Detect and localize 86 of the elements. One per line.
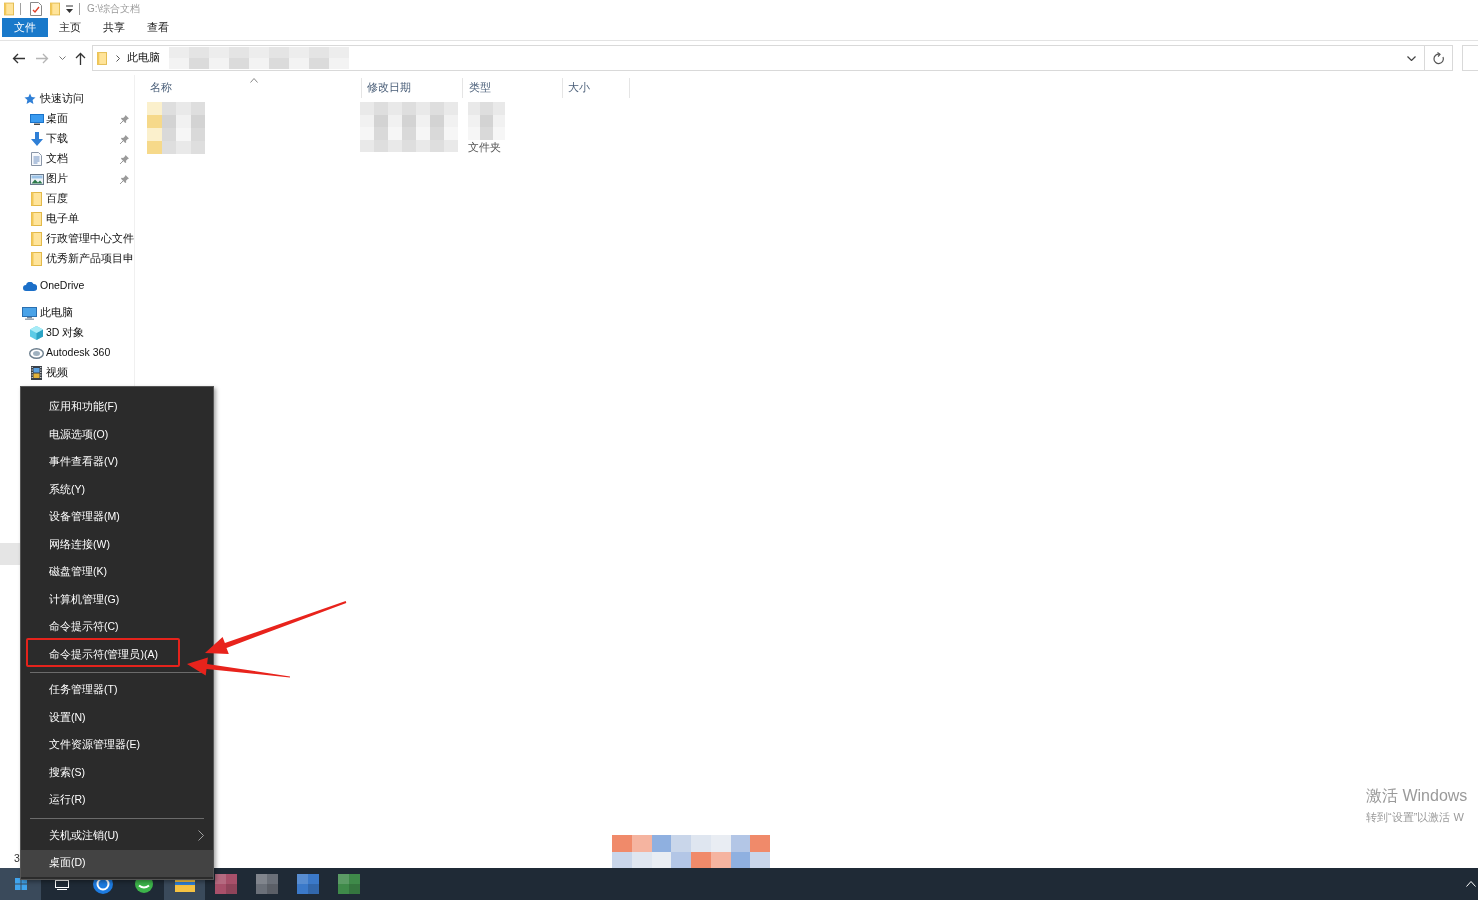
file-type: 文件夹 xyxy=(468,140,502,154)
sidebar-item[interactable]: 优秀新产品项目申 xyxy=(0,249,134,269)
column-header[interactable]: 名称 xyxy=(143,78,362,98)
ring-icon xyxy=(29,347,44,359)
film-icon xyxy=(31,366,42,380)
sidebar-item[interactable]: 电子单 xyxy=(0,209,134,229)
pin-icon[interactable] xyxy=(120,154,129,164)
caret-icon[interactable] xyxy=(1407,55,1416,61)
document-check-icon[interactable] xyxy=(30,2,42,16)
address-bar[interactable]: 此电脑 xyxy=(91,45,1425,71)
menu-item[interactable]: 命令提示符(管理员)(A) xyxy=(21,641,213,669)
menu-item[interactable]: 事件查看器(V) xyxy=(21,448,213,476)
down-arrow-icon xyxy=(30,132,43,146)
activation-title: 激活 Windows xyxy=(1366,786,1468,806)
menu-item[interactable]: 计算机管理(G) xyxy=(21,586,213,614)
pixelated-icon[interactable] xyxy=(214,874,237,894)
sidebar-item[interactable]: 百度 xyxy=(0,189,134,209)
menu-item[interactable]: 桌面(D) xyxy=(21,849,213,877)
menu-item[interactable]: 设备管理器(M) xyxy=(21,503,213,531)
column-header[interactable]: 大小 xyxy=(563,78,630,98)
cube-icon xyxy=(30,326,43,340)
activation-subtitle: 转到“设置”以激活 W xyxy=(1366,810,1465,824)
menu-item[interactable]: 网络连接(W) xyxy=(21,531,213,559)
folder-icon xyxy=(31,192,42,206)
ribbon-tab[interactable]: 查看 xyxy=(136,18,180,37)
column-header[interactable]: 类型 xyxy=(463,78,563,98)
document-icon xyxy=(31,152,42,166)
menu-item[interactable]: 文件资源管理器(E) xyxy=(21,731,213,759)
sidebar-item[interactable]: 桌面 xyxy=(0,109,134,129)
sidebar-item[interactable]: 图片 xyxy=(0,169,134,189)
menu-item[interactable]: 运行(R) xyxy=(21,786,213,814)
sidebar-item[interactable]: 下载 xyxy=(0,129,134,149)
refresh-icon xyxy=(1432,51,1445,65)
menu-item[interactable]: 电源选项(O) xyxy=(21,421,213,449)
pin-icon[interactable] xyxy=(120,174,129,184)
caret-icon[interactable] xyxy=(66,5,73,13)
folder-icon xyxy=(31,252,42,266)
file-tab[interactable]: 文件 xyxy=(2,18,48,37)
window-title: G:\综合文档 xyxy=(87,2,141,16)
back-arrow-icon[interactable] xyxy=(12,52,25,64)
sort-caret-icon[interactable] xyxy=(250,78,258,83)
folder-icon xyxy=(31,232,42,246)
refresh-button[interactable] xyxy=(1425,45,1453,71)
sidebar-item[interactable]: OneDrive xyxy=(0,276,134,296)
menu-item[interactable]: 应用和功能(F) xyxy=(21,393,213,421)
cloud-icon xyxy=(22,281,37,291)
pixelated-placeholder xyxy=(468,102,505,140)
menu-item[interactable]: 系统(Y) xyxy=(21,476,213,504)
menu-item[interactable]: 命令提示符(C) xyxy=(21,613,213,641)
breadcrumb-item[interactable]: 此电脑 xyxy=(126,50,160,66)
status-text: 3 xyxy=(14,850,20,866)
menu-item[interactable]: 搜索(S) xyxy=(21,759,213,787)
chevron-icon[interactable] xyxy=(115,54,120,62)
pixelated-icon[interactable] xyxy=(255,874,278,894)
desktop-icon xyxy=(29,113,44,125)
pixelated-placeholder xyxy=(147,102,205,154)
sidebar-item[interactable]: 文档 xyxy=(0,149,134,169)
chevron-up-icon[interactable] xyxy=(1466,881,1476,887)
menu-item[interactable]: 关机或注销(U) xyxy=(21,822,213,850)
column-header[interactable]: 修改日期 xyxy=(362,78,463,98)
folder-icon xyxy=(96,51,107,65)
task-view-icon[interactable] xyxy=(54,878,69,890)
computer-icon xyxy=(22,306,37,320)
star-icon xyxy=(23,93,36,105)
picture-icon xyxy=(29,173,44,185)
sidebar-item[interactable]: 此电脑 xyxy=(0,303,134,323)
pin-icon[interactable] xyxy=(120,134,129,144)
sidebar-item[interactable]: 视频 xyxy=(0,363,134,383)
folder-icon xyxy=(31,212,42,226)
search-field[interactable] xyxy=(1462,45,1478,71)
ribbon-tab[interactable]: 共享 xyxy=(92,18,136,37)
pin-icon[interactable] xyxy=(120,114,129,124)
sidebar-item[interactable]: Autodesk 360 xyxy=(0,343,134,363)
pixelated-icon[interactable] xyxy=(296,874,319,894)
sidebar-item[interactable]: 快速访问 xyxy=(0,89,134,109)
windows-logo-icon xyxy=(14,878,27,890)
sidebar-item[interactable]: 行政管理中心文件 xyxy=(0,229,134,249)
folder-icon xyxy=(4,2,14,16)
ribbon-tab[interactable]: 主页 xyxy=(48,18,92,37)
menu-item[interactable]: 磁盘管理(K) xyxy=(21,558,213,586)
menu-item[interactable]: 任务管理器(T) xyxy=(21,676,213,704)
sidebar-item[interactable]: 3D 对象 xyxy=(0,323,134,343)
menu-item[interactable]: 设置(N) xyxy=(21,704,213,732)
row-highlight xyxy=(0,543,20,565)
up-arrow-icon[interactable] xyxy=(74,51,86,65)
pixelated-icon[interactable] xyxy=(337,874,360,894)
